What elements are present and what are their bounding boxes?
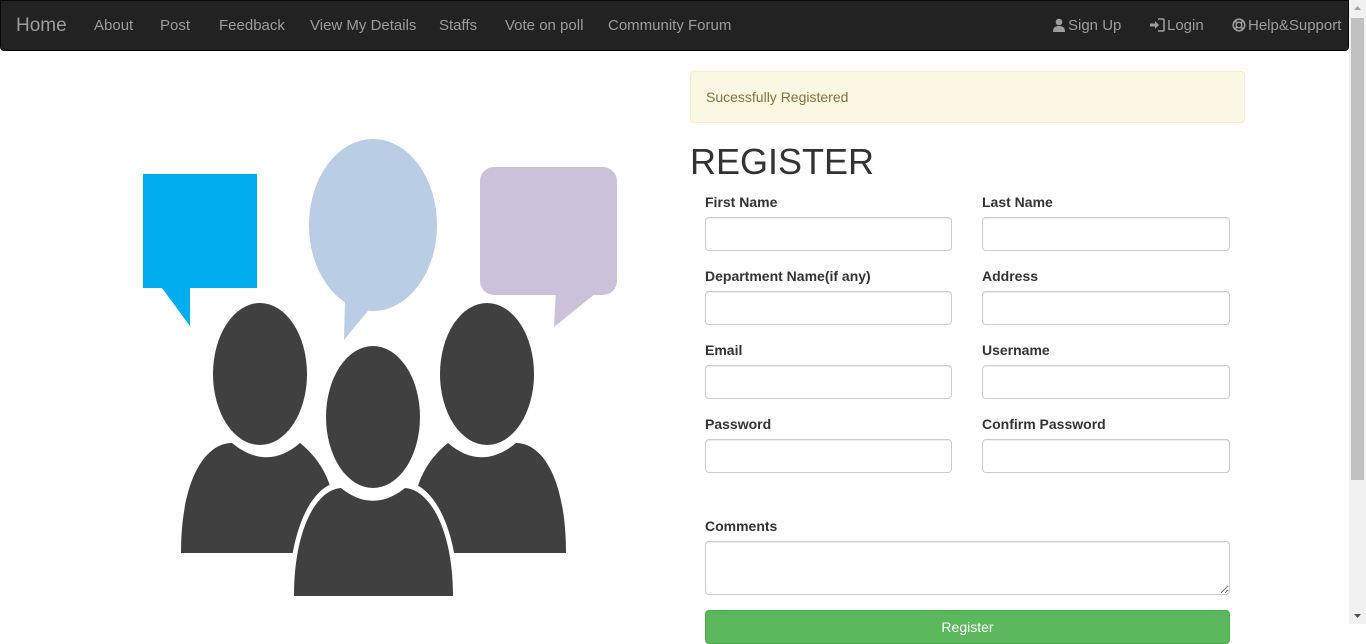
comments-label: Comments xyxy=(705,518,778,534)
confirm-password-input[interactable] xyxy=(982,439,1230,473)
username-input[interactable] xyxy=(982,365,1230,399)
signup-label: Sign Up xyxy=(1068,17,1122,34)
success-alert: Sucessfully Registered xyxy=(690,71,1245,123)
last-name-input[interactable] xyxy=(982,217,1230,251)
nav-vote-on-poll[interactable]: Vote on poll xyxy=(505,1,583,51)
nav-about[interactable]: About xyxy=(94,1,133,51)
nav-view-my-details[interactable]: View My Details xyxy=(310,1,416,51)
first-name-input[interactable] xyxy=(705,217,952,251)
page-title: REGISTER xyxy=(690,141,875,182)
lifebuoy-icon xyxy=(1232,17,1246,32)
first-name-label: First Name xyxy=(705,194,778,210)
nav-signup[interactable]: Sign Up xyxy=(1052,1,1121,51)
last-name-label: Last Name xyxy=(982,194,1053,210)
department-label: Department Name(if any) xyxy=(705,268,871,284)
comments-textarea[interactable] xyxy=(705,541,1230,595)
nav-help-support[interactable]: Help&Support xyxy=(1232,1,1341,51)
nav-home[interactable]: Home xyxy=(16,1,67,51)
email-label: Email xyxy=(705,342,743,358)
user-icon xyxy=(1053,18,1065,32)
navbar: Home About Post Feedback View My Details… xyxy=(0,0,1349,51)
username-label: Username xyxy=(982,342,1050,358)
password-label: Password xyxy=(705,416,772,432)
scroll-down-arrow-icon[interactable] xyxy=(1349,607,1366,624)
scrollbar-thumb[interactable] xyxy=(1351,18,1364,480)
password-input[interactable] xyxy=(705,439,952,473)
nav-community-forum[interactable]: Community Forum xyxy=(608,1,731,51)
nav-staffs[interactable]: Staffs xyxy=(439,1,477,51)
login-icon xyxy=(1150,17,1165,32)
address-label: Address xyxy=(982,268,1039,284)
nav-post[interactable]: Post xyxy=(160,1,190,51)
community-illustration xyxy=(143,139,617,598)
nav-login[interactable]: Login xyxy=(1150,1,1204,51)
scroll-up-arrow-icon[interactable] xyxy=(1349,0,1366,17)
email-input[interactable] xyxy=(705,365,952,399)
department-input[interactable] xyxy=(705,291,952,325)
help-label: Help&Support xyxy=(1248,17,1342,34)
login-label: Login xyxy=(1167,17,1204,34)
nav-feedback[interactable]: Feedback xyxy=(219,1,285,51)
address-input[interactable] xyxy=(982,291,1230,325)
page-scrollbar[interactable] xyxy=(1349,0,1366,624)
confirm-password-label: Confirm Password xyxy=(982,416,1106,432)
register-button[interactable]: Register xyxy=(705,610,1230,644)
